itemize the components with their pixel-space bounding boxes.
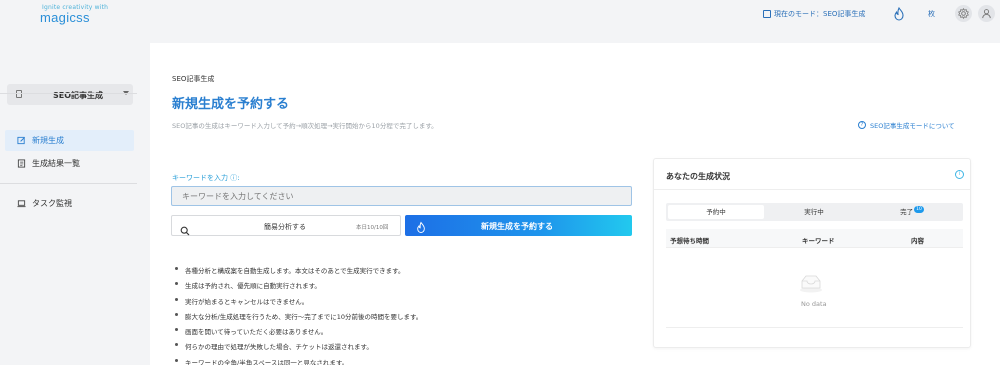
main-panel: SEO記事生成 新規生成を予約する SEO記事の生成はキーワード入力して予約→順… — [150, 43, 1000, 365]
sidebar-item-label: 生成結果一覧 — [32, 159, 80, 168]
list-item: 膨大な分析/生成処理を行うため、実行～完了までに10分前後の時間を要します。 — [175, 311, 422, 326]
list-icon — [17, 159, 26, 168]
column-header: キーワード — [802, 237, 835, 245]
sidebar-divider — [0, 183, 137, 184]
list-item: 各種分析と構成案を自動生成します。本文はそのあとで生成実行できます。 — [175, 265, 422, 280]
table-header: 予想待ち時間 キーワード 内容 — [666, 229, 963, 248]
keyword-input[interactable] — [171, 186, 632, 206]
mode-select[interactable]: SEO記事生成 — [7, 84, 133, 105]
ticket-count: 枚 — [928, 10, 935, 18]
column-header: 予想待ち時間 — [670, 237, 709, 245]
about-mode-link[interactable]: ? SEO記事生成モードについて — [858, 120, 955, 130]
list-item: 生成は予約され、優先順に自動実行されます。 — [175, 280, 422, 295]
analyze-button-label: 簡易分析する — [264, 223, 306, 231]
reserve-button[interactable]: 新規生成を予約する — [405, 215, 632, 236]
document-icon — [763, 10, 771, 18]
page-title: 新規生成を予約する — [172, 97, 290, 112]
status-badge: 10 — [914, 206, 924, 213]
reserve-button-label: 新規生成を予約する — [481, 222, 553, 231]
edit-icon — [17, 136, 26, 145]
breadcrumb: SEO記事生成 — [172, 75, 215, 83]
search-icon — [180, 221, 190, 240]
mode-select-value: SEO記事生成 — [53, 91, 104, 100]
tab-reserved[interactable]: 予約中 — [668, 205, 764, 219]
list-item: 何らかの理由で処理が失敗した場合、チケットは返還されます。 — [175, 341, 422, 356]
tab-running[interactable]: 実行中 — [766, 205, 862, 219]
analyze-quota: 本日10/10回 — [356, 225, 389, 231]
user-icon[interactable] — [978, 5, 995, 22]
current-mode: 現在のモード：SEO記事生成 — [763, 9, 865, 19]
analyze-button[interactable]: 簡易分析する 本日10/10回 — [171, 215, 401, 236]
empty-box-icon — [798, 273, 824, 297]
about-mode-label: SEO記事生成モードについて — [870, 122, 955, 130]
page-description: SEO記事の生成はキーワード入力して予約→順次処理→実行開始から10分程で完了し… — [172, 122, 438, 130]
sidebar-item-new[interactable]: 新規生成 — [5, 130, 134, 151]
column-header: 内容 — [911, 237, 924, 245]
top-bar: Ignite creativity with magicss 現在のモード：SE… — [0, 0, 1000, 30]
list-item: 画面を開いて待っていただく必要はありません。 — [175, 326, 422, 341]
logo-brand: magicss — [40, 10, 90, 25]
tab-completed[interactable]: 完了 10 — [864, 205, 960, 219]
generation-status-card: あなたの生成状況 i 予約中 実行中 完了 10 予想待ち時間 キーワード 内容 … — [653, 158, 971, 348]
divider — [666, 327, 963, 328]
logo[interactable]: Ignite creativity with magicss — [40, 4, 108, 25]
sidebar: SEO記事生成 新規生成 生成結果一覧 タスク監視 — [0, 30, 137, 365]
status-title: あなたの生成状況 — [666, 172, 730, 181]
sidebar-item-label: 新規生成 — [32, 136, 64, 145]
list-item: キーワードの全角/半角スペースは同一と見なされます。 — [175, 357, 422, 365]
flame-icon — [416, 219, 426, 238]
current-mode-label: 現在のモード：SEO記事生成 — [774, 10, 866, 18]
sidebar-item-label: タスク監視 — [32, 199, 72, 208]
divider — [654, 189, 970, 190]
list-item: 実行が始まるとキャンセルはできません。 — [175, 296, 422, 311]
sidebar-item-tasks[interactable]: タスク監視 — [5, 193, 134, 214]
keyword-label: キーワードを入力 ⓘ: — [172, 174, 240, 182]
empty-text: No data — [801, 300, 827, 308]
gear-icon[interactable] — [955, 5, 972, 22]
question-icon: ? — [858, 121, 866, 129]
sidebar-divider — [0, 93, 137, 94]
notes-list: 各種分析と構成案を自動生成します。本文はそのあとで生成実行できます。 生成は予約… — [175, 265, 422, 365]
status-tabs: 予約中 実行中 完了 10 — [666, 203, 963, 221]
monitor-icon — [17, 199, 26, 208]
document-icon — [16, 90, 22, 98]
info-icon[interactable]: i — [955, 170, 964, 179]
sidebar-item-results[interactable]: 生成結果一覧 — [5, 153, 134, 174]
flame-icon[interactable] — [893, 6, 905, 21]
